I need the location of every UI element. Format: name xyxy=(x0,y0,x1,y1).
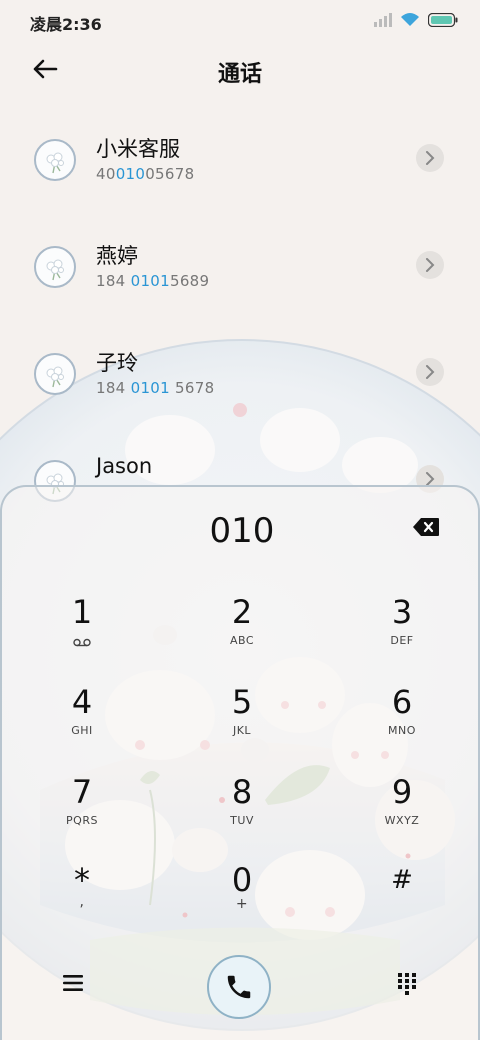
key-letters: TUV xyxy=(230,814,254,827)
key-2[interactable]: 2 ABC xyxy=(182,592,302,672)
menu-icon[interactable] xyxy=(62,974,84,992)
key-star[interactable]: * , xyxy=(22,860,142,940)
contact-row[interactable]: 子玲 184 0101 5678 xyxy=(0,326,480,433)
flower-avatar-icon xyxy=(46,259,64,281)
key-digit: 5 xyxy=(231,683,253,721)
chevron-right-icon xyxy=(426,258,435,272)
key-digit: 6 xyxy=(391,683,413,721)
phone-icon xyxy=(227,975,251,999)
key-digit: 8 xyxy=(231,773,253,811)
app-bar: 通话 xyxy=(0,44,480,100)
key-0[interactable]: 0 + xyxy=(182,860,302,940)
contact-name: Jason xyxy=(96,454,153,478)
page-title: 通话 xyxy=(217,62,262,87)
key-5[interactable]: 5 JKL xyxy=(182,682,302,762)
contact-detail-button[interactable] xyxy=(416,251,444,279)
key-letters: JKL xyxy=(232,724,252,737)
key-digit: 4 xyxy=(71,683,93,721)
key-digit: 3 xyxy=(391,593,413,631)
key-digit: 9 xyxy=(391,773,413,811)
key-letters: + xyxy=(235,896,249,912)
dialpad-icon[interactable] xyxy=(397,972,417,996)
wifi-icon xyxy=(401,13,419,26)
contact-detail-button[interactable] xyxy=(416,144,444,172)
key-letters: , xyxy=(79,894,85,910)
key-letters: GHI xyxy=(71,724,93,737)
contact-detail-button[interactable] xyxy=(416,358,444,386)
contact-results-list: 小米客服 4001005678 燕婷 184 01015689 子玲 184 0… xyxy=(0,112,480,540)
key-letters: DEF xyxy=(390,634,414,647)
contact-number: 184 0101 5678 xyxy=(96,379,215,397)
chevron-right-icon xyxy=(426,472,435,486)
key-8[interactable]: 8 TUV xyxy=(182,772,302,852)
status-icons xyxy=(374,12,458,27)
key-9[interactable]: 9 WXYZ xyxy=(342,772,462,852)
avatar xyxy=(34,139,76,181)
contact-row[interactable]: 小米客服 4001005678 xyxy=(0,112,480,219)
key-6[interactable]: 6 MNO xyxy=(342,682,462,762)
contact-name: 燕婷 xyxy=(96,244,138,268)
backspace-icon[interactable] xyxy=(412,517,440,537)
key-4[interactable]: 4 GHI xyxy=(22,682,142,762)
key-digit: 0 xyxy=(231,861,253,899)
key-1[interactable]: 1 xyxy=(22,592,142,672)
contact-name: 子玲 xyxy=(96,351,138,375)
key-digit: # xyxy=(391,865,413,895)
signal-icon xyxy=(374,12,392,27)
avatar xyxy=(34,353,76,395)
contact-row[interactable]: 燕婷 184 01015689 xyxy=(0,219,480,326)
contact-name: 小米客服 xyxy=(96,137,180,161)
avatar xyxy=(34,246,76,288)
contact-number: 4001005678 xyxy=(96,165,195,183)
flower-avatar-icon xyxy=(46,152,64,174)
key-letters: PQRS xyxy=(66,814,98,827)
key-digit: 1 xyxy=(71,593,93,631)
battery-icon xyxy=(428,12,458,27)
key-letters: WXYZ xyxy=(384,814,420,827)
key-letters: MNO xyxy=(388,724,416,737)
contact-number: 184 01015689 xyxy=(96,272,210,290)
call-button[interactable] xyxy=(207,955,271,1019)
key-letters: ABC xyxy=(229,634,255,647)
key-7[interactable]: 7 PQRS xyxy=(22,772,142,852)
flower-avatar-icon xyxy=(46,366,64,388)
status-bar: 凌晨2:36 xyxy=(0,0,480,44)
dialer-bottom-bar xyxy=(0,952,480,1022)
status-time: 凌晨2:36 xyxy=(30,15,102,34)
voicemail-icon xyxy=(73,638,91,647)
chevron-right-icon xyxy=(426,151,435,165)
dialed-number: 010 xyxy=(209,511,275,551)
key-digit: 2 xyxy=(231,593,253,631)
key-hash[interactable]: # xyxy=(342,860,462,940)
key-3[interactable]: 3 DEF xyxy=(342,592,462,672)
chevron-right-icon xyxy=(426,365,435,379)
key-digit: 7 xyxy=(71,773,93,811)
